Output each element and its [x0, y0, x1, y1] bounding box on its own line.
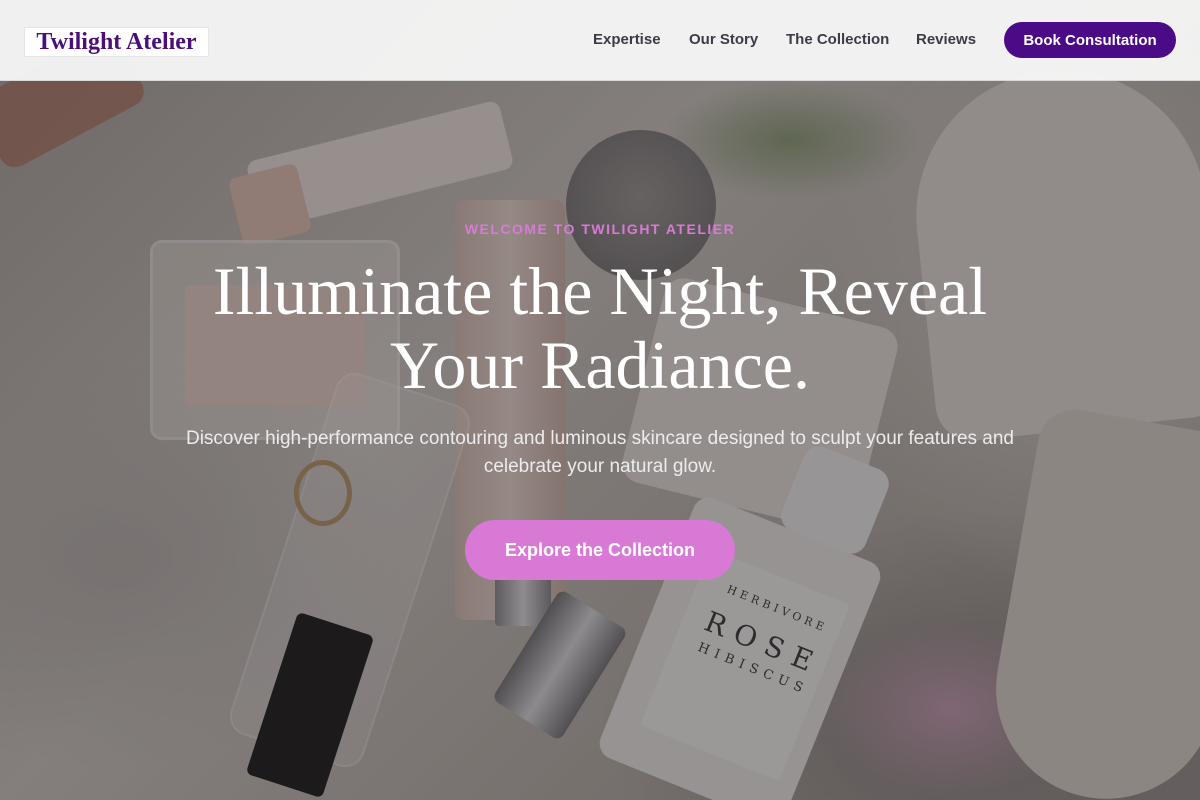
hero-eyebrow: WELCOME TO TWILIGHT ATELIER	[464, 221, 736, 237]
site-header: Twilight Atelier Expertise Our Story The…	[0, 0, 1200, 81]
site-logo[interactable]: Twilight Atelier	[24, 27, 209, 57]
nav-link-reviews[interactable]: Reviews	[916, 31, 976, 48]
hero-headline: Illuminate the Night, Reveal Your Radian…	[212, 253, 988, 403]
nav-link-the-collection[interactable]: The Collection	[786, 31, 889, 48]
book-consultation-button[interactable]: Book Consultation	[1004, 22, 1176, 58]
nav-link-our-story[interactable]: Our Story	[689, 31, 758, 48]
explore-collection-button[interactable]: Explore the Collection	[465, 520, 735, 580]
nav-link-expertise[interactable]: Expertise	[593, 31, 661, 48]
hero-subtext: Discover high-performance contouring and…	[185, 428, 1014, 477]
